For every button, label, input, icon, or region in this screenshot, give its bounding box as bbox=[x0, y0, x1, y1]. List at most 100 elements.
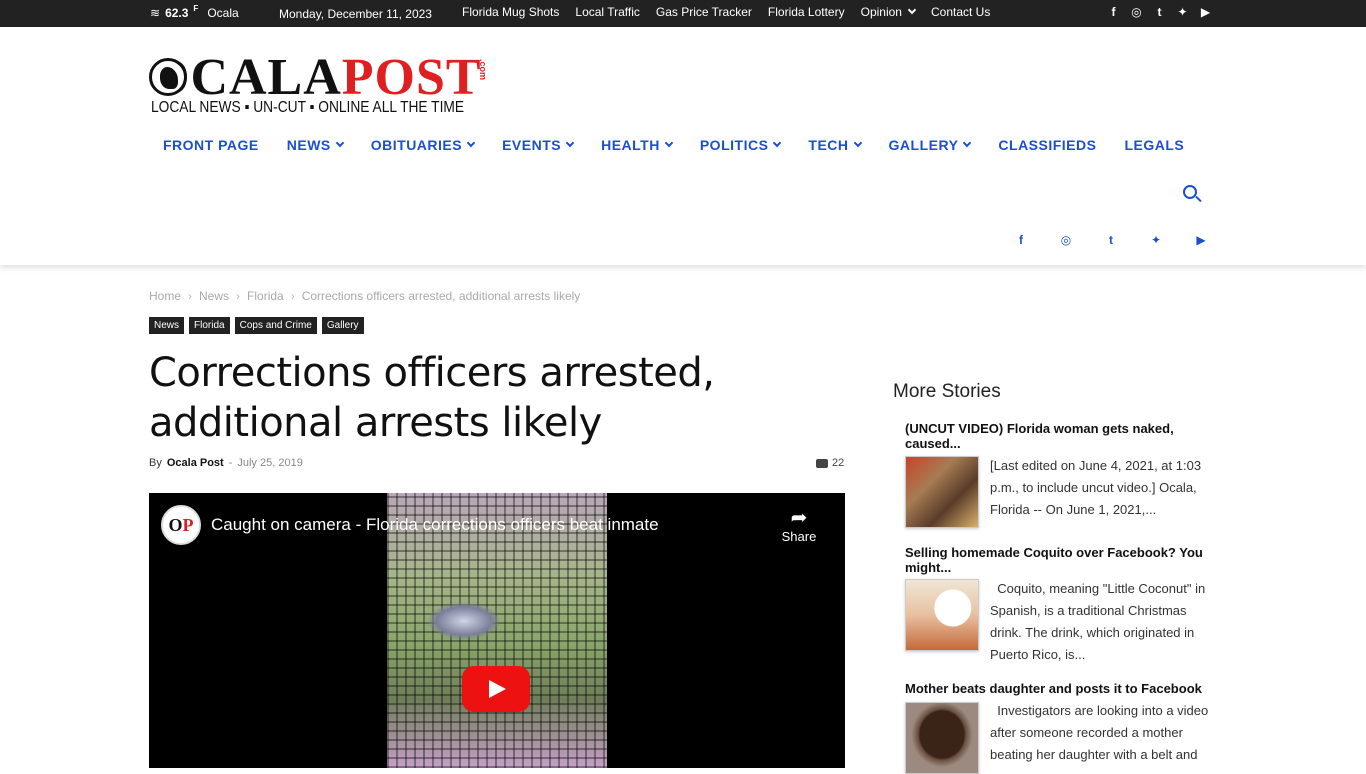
nav-tech[interactable]: TECH bbox=[808, 137, 862, 153]
breadcrumb-news[interactable]: News bbox=[199, 289, 229, 303]
chevron-down-icon bbox=[664, 138, 674, 148]
tumblr-icon[interactable]: t bbox=[1103, 232, 1119, 248]
weather-location: Ocala bbox=[207, 6, 239, 20]
nav-label: NEWS bbox=[286, 137, 331, 153]
nav-legals[interactable]: LEGALS bbox=[1124, 137, 1184, 153]
chevron-down-icon bbox=[565, 138, 575, 148]
breadcrumb-separator: › bbox=[290, 289, 295, 303]
video-title[interactable]: Caught on camera - Florida corrections o… bbox=[211, 515, 659, 535]
category-tags: News Florida Cops and Crime Gallery bbox=[149, 317, 364, 334]
tag-news[interactable]: News bbox=[149, 317, 185, 334]
story-item: Mother beats daughter and posts it to Fa… bbox=[905, 681, 1220, 774]
twitter-icon[interactable]: ✦ bbox=[1148, 232, 1164, 248]
nav-classifieds[interactable]: CLASSIFIEDS bbox=[998, 137, 1096, 153]
main-nav: FRONT PAGE NEWS OBITUARIES EVENTS HEALTH… bbox=[163, 137, 1212, 153]
nav-label: GALLERY bbox=[888, 137, 959, 153]
toplink-opinion[interactable]: Opinion bbox=[860, 5, 917, 19]
share-label: Share bbox=[781, 529, 817, 544]
nav-label: CLASSIFIEDS bbox=[998, 137, 1097, 153]
more-stories-title: More Stories bbox=[893, 381, 1001, 402]
nav-events[interactable]: EVENTS bbox=[502, 137, 575, 153]
horse-logo-icon bbox=[149, 58, 187, 96]
chevron-down-icon bbox=[907, 5, 917, 15]
tumblr-icon[interactable]: t bbox=[1153, 4, 1166, 20]
toplink-contact[interactable]: Contact Us bbox=[931, 5, 990, 19]
story-thumbnail[interactable] bbox=[905, 579, 979, 651]
nav-label: FRONT PAGE bbox=[163, 137, 259, 153]
nav-gallery[interactable]: GALLERY bbox=[888, 137, 972, 153]
story-title[interactable]: Selling homemade Coquito over Facebook? … bbox=[905, 545, 1220, 575]
comment-count[interactable]: 22 bbox=[816, 457, 844, 469]
story-title[interactable]: Mother beats daughter and posts it to Fa… bbox=[905, 681, 1220, 696]
breadcrumb-separator: › bbox=[236, 289, 241, 303]
youtube-icon[interactable]: ▶ bbox=[1199, 4, 1212, 20]
story-thumbnail[interactable] bbox=[905, 702, 979, 774]
breadcrumb: Home › News › Florida › Corrections offi… bbox=[149, 289, 580, 303]
article-byline: By Ocala Post - July 25, 2019 bbox=[149, 457, 303, 469]
comments-icon bbox=[816, 458, 828, 468]
video-player[interactable]: OP Caught on camera - Florida correction… bbox=[149, 493, 845, 768]
search-icon[interactable] bbox=[1183, 185, 1203, 205]
toplink-gas-price[interactable]: Gas Price Tracker bbox=[656, 5, 752, 19]
logo-post: POST bbox=[341, 49, 482, 106]
byline-dash: - bbox=[228, 457, 233, 469]
toplink-local-traffic[interactable]: Local Traffic bbox=[575, 5, 639, 19]
header-social: f ◎ t ✦ ▶ bbox=[1013, 232, 1209, 248]
breadcrumb-separator: › bbox=[188, 289, 193, 303]
story-thumbnail[interactable] bbox=[905, 456, 979, 528]
weather-temp: 62.3 bbox=[165, 6, 189, 20]
nav-obituaries[interactable]: OBITUARIES bbox=[371, 137, 476, 153]
top-social: f ◎ t ✦ ▶ bbox=[1107, 4, 1212, 20]
channel-avatar[interactable]: OP bbox=[161, 505, 201, 545]
instagram-icon[interactable]: ◎ bbox=[1130, 4, 1143, 20]
chevron-down-icon bbox=[466, 138, 476, 148]
nav-label: POLITICS bbox=[699, 137, 769, 153]
nav-label: HEALTH bbox=[601, 137, 660, 153]
youtube-icon[interactable]: ▶ bbox=[1193, 232, 1209, 248]
play-button[interactable] bbox=[462, 666, 530, 712]
top-bar: ≋ 62.3 F Ocala Monday, December 11, 2023… bbox=[0, 0, 1366, 27]
share-button[interactable]: ➦ Share bbox=[777, 507, 821, 544]
tag-cops-and-crime[interactable]: Cops and Crime bbox=[234, 317, 317, 334]
story-item: Selling homemade Coquito over Facebook? … bbox=[905, 545, 1220, 662]
nav-health[interactable]: HEALTH bbox=[601, 137, 674, 153]
byline-by: By bbox=[149, 457, 162, 469]
chevron-down-icon bbox=[853, 138, 862, 148]
article-title: Corrections officers arrested, additiona… bbox=[149, 350, 715, 446]
nav-front-page[interactable]: FRONT PAGE bbox=[163, 137, 259, 153]
comment-count-value: 22 bbox=[832, 457, 845, 469]
site-logo[interactable]: OCALAPOST .com LOCAL NEWS ▪ UN-CUT ▪ ONL… bbox=[149, 52, 489, 117]
story-item: (UNCUT VIDEO) Florida woman gets naked, … bbox=[905, 421, 1220, 528]
story-title[interactable]: (UNCUT VIDEO) Florida woman gets naked, … bbox=[905, 421, 1220, 451]
story-excerpt: Investigators are looking into a video a… bbox=[990, 703, 1212, 762]
breadcrumb-current: Corrections officers arrested, additiona… bbox=[301, 289, 581, 303]
twitter-icon[interactable]: ✦ bbox=[1176, 4, 1189, 20]
nav-news[interactable]: NEWS bbox=[286, 137, 344, 153]
nav-politics[interactable]: POLITICS bbox=[699, 137, 782, 153]
facebook-icon[interactable]: f bbox=[1107, 4, 1120, 20]
tag-florida[interactable]: Florida bbox=[189, 317, 230, 334]
weather-widget: ≋ 62.3 F Ocala bbox=[150, 3, 239, 21]
breadcrumb-home[interactable]: Home bbox=[149, 289, 181, 303]
toplink-lottery[interactable]: Florida Lottery bbox=[768, 5, 845, 19]
site-header: OCALAPOST .com LOCAL NEWS ▪ UN-CUT ▪ ONL… bbox=[0, 27, 1366, 265]
toplink-opinion-label: Opinion bbox=[860, 5, 902, 19]
tag-gallery[interactable]: Gallery bbox=[321, 317, 364, 334]
facebook-icon[interactable]: f bbox=[1013, 232, 1029, 248]
nav-label: LEGALS bbox=[1124, 137, 1185, 153]
chevron-down-icon bbox=[335, 138, 344, 148]
instagram-icon[interactable]: ◎ bbox=[1058, 232, 1074, 248]
logo-tagline: LOCAL NEWS ▪ UN-CUT ▪ ONLINE ALL THE TIM… bbox=[151, 99, 465, 116]
byline-author[interactable]: Ocala Post bbox=[167, 457, 224, 469]
top-links: Florida Mug Shots Local Traffic Gas Pric… bbox=[462, 5, 990, 19]
nav-label: TECH bbox=[808, 137, 849, 153]
story-excerpt: Coquito, meaning "Little Coconut" in Spa… bbox=[990, 581, 1209, 662]
toplink-mug-shots[interactable]: Florida Mug Shots bbox=[462, 5, 559, 19]
logo-dotcom: .com bbox=[478, 59, 488, 81]
byline-date: July 25, 2019 bbox=[237, 457, 303, 469]
weather-waves-icon: ≋ bbox=[150, 6, 161, 20]
share-icon: ➦ bbox=[790, 507, 808, 529]
weather-unit: F bbox=[193, 3, 199, 13]
breadcrumb-florida[interactable]: Florida bbox=[247, 289, 284, 303]
logo-wordmark: OCALAPOST bbox=[149, 52, 482, 104]
